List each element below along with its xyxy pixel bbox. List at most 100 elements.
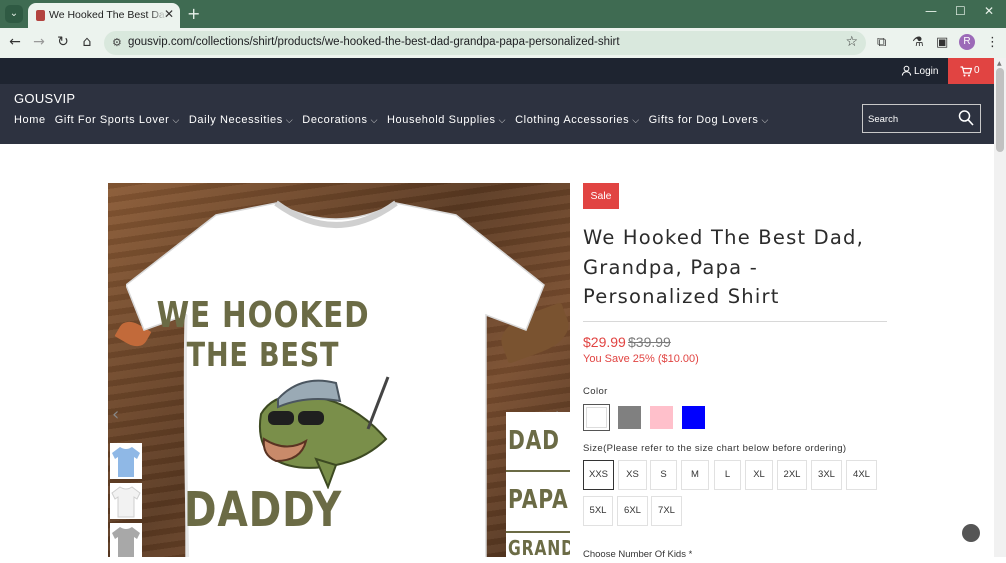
size-option-xl[interactable]: XL (745, 460, 773, 490)
forward-icon[interactable]: → (30, 34, 48, 50)
bookmark-star-icon[interactable]: ☆ (845, 34, 858, 50)
nav-menu: Home Gift For Sports Lover ⌵ Daily Necess… (14, 114, 778, 126)
nav-item-label: Decorations (302, 114, 368, 126)
nav-item-label: Gift For Sports Lover (54, 114, 170, 126)
main-navigation: GOUSVIP Home Gift For Sports Lover ⌵ Dail… (0, 84, 994, 144)
scroll-up-icon[interactable]: ▲ (997, 60, 1002, 67)
utility-bar: Login 0 (0, 58, 994, 84)
divider (506, 531, 570, 533)
nav-item-clothing-accessories[interactable]: Clothing Accessories ⌵ (515, 114, 640, 126)
size-option-s[interactable]: S (650, 460, 677, 490)
login-link[interactable]: Login (901, 65, 938, 77)
tab-strip: ⌄ We Hooked The Best Dad, Grandpa ✕ + — … (0, 0, 1006, 28)
compare-price: $39.99 (628, 334, 671, 350)
nav-item-decorations[interactable]: Decorations ⌵ (302, 114, 378, 126)
sale-badge: Sale (583, 183, 619, 209)
chevron-down-icon: ⌵ (761, 115, 769, 125)
cart-count: 0 (974, 65, 980, 76)
size-option-4xl[interactable]: 4XL (846, 460, 877, 490)
shirt-thumb-icon (111, 486, 141, 518)
search-icon[interactable] (958, 109, 974, 127)
search-box (862, 104, 981, 133)
fish-illustration (258, 376, 390, 489)
site-info-icon[interactable]: ⚙ (112, 36, 122, 49)
profile-avatar[interactable]: R (959, 34, 975, 50)
size-option-m[interactable]: M (681, 460, 709, 490)
close-icon[interactable]: ✕ (984, 4, 994, 18)
login-label: Login (914, 66, 939, 77)
labs-icon[interactable]: ⚗ (912, 35, 924, 50)
nav-item-label: Home (14, 114, 46, 126)
url-text[interactable]: gousvip.com/collections/shirt/products/w… (128, 36, 620, 48)
size-option-xs[interactable]: XS (618, 460, 647, 490)
current-price: $29.99 (583, 334, 626, 350)
extensions-icon[interactable]: ⧉ (877, 35, 886, 50)
size-option-7xl[interactable]: 7XL (651, 496, 682, 526)
thumbnail-image[interactable] (110, 483, 142, 519)
swatch-fill (618, 406, 641, 429)
color-swatch-gray[interactable] (616, 404, 643, 431)
nav-item-gifts-for-dog-lovers[interactable]: Gifts for Dog Lovers ⌵ (649, 114, 769, 126)
nav-item-label: Daily Necessities (188, 114, 283, 126)
nav-item-gift-for-sports-lover[interactable]: Gift For Sports Lover ⌵ (55, 114, 180, 126)
back-icon[interactable]: ← (6, 34, 24, 50)
side-word: PAPA (508, 485, 569, 515)
minimize-icon[interactable]: — (925, 4, 937, 18)
chevron-down-icon: ⌵ (370, 115, 379, 125)
size-option-5xl[interactable]: 5XL (583, 496, 613, 526)
swatch-fill (682, 406, 705, 429)
thumbnail-image[interactable] (110, 523, 142, 559)
next-option-label: Choose Number Of Kids * (583, 549, 693, 557)
browser-toolbar: ← → ↻ ⌂ ⚙ gousvip.com/collections/shirt/… (0, 28, 1006, 58)
thumbnail-image[interactable] (110, 443, 142, 479)
nav-item-home[interactable]: Home (14, 114, 46, 126)
home-icon[interactable]: ⌂ (78, 34, 96, 50)
size-option-3xl[interactable]: 3XL (811, 460, 842, 490)
maximize-icon[interactable]: ☐ (955, 4, 966, 18)
color-swatch-blue[interactable] (680, 404, 707, 431)
side-word: GRANDP (508, 536, 570, 557)
savings-text: You Save 25% ($10.00) (583, 353, 699, 365)
nav-item-daily-necessities[interactable]: Daily Necessities ⌵ (189, 114, 293, 126)
divider (506, 470, 570, 472)
chevron-down-icon: ⌵ (285, 115, 294, 125)
new-tab-button[interactable]: + (187, 4, 200, 23)
gallery-prev-icon[interactable]: ‹ (112, 404, 119, 425)
chevron-down-icon: ⌵ (632, 115, 640, 125)
tab-close-icon[interactable]: ✕ (164, 7, 174, 21)
color-swatch-pink[interactable] (648, 404, 675, 431)
address-bar[interactable]: ⚙ gousvip.com/collections/shirt/products… (104, 31, 866, 55)
color-label: Color (583, 386, 608, 397)
shirt-thumb-icon (112, 447, 140, 477)
slogan-line-3: DADDY (183, 482, 343, 538)
page-scrollbar[interactable]: ▲ (994, 58, 1006, 557)
slogan-line-1: WE HOOKED (156, 295, 370, 336)
store-logo[interactable]: GOUSVIP (14, 91, 75, 106)
secondary-image-preview[interactable]: DAD PAPA GRANDP (506, 412, 570, 557)
reload-icon[interactable]: ↻ (54, 34, 72, 50)
search-input[interactable] (868, 111, 954, 127)
tab-favicon-icon (36, 10, 45, 21)
cart-button[interactable]: 0 (948, 58, 994, 84)
scrollbar-thumb[interactable] (996, 68, 1004, 152)
nav-item-household-supplies[interactable]: Household Supplies ⌵ (387, 114, 506, 126)
user-icon (901, 65, 912, 76)
size-option-6xl[interactable]: 6XL (617, 496, 648, 526)
tab-title: We Hooked The Best Dad, Grandpa (49, 9, 167, 21)
chat-icon[interactable] (962, 524, 980, 542)
size-option-2xl[interactable]: 2XL (777, 460, 807, 490)
nav-item-label: Clothing Accessories (515, 114, 630, 126)
size-option-l[interactable]: L (714, 460, 741, 490)
menu-icon[interactable]: ⋮ (986, 35, 999, 50)
swatch-fill (650, 406, 673, 429)
swatch-fill (586, 407, 607, 428)
tab-active[interactable]: We Hooked The Best Dad, Grandpa ✕ (28, 3, 180, 28)
slogan-line-2: THE BEST (186, 335, 340, 374)
tab-list-icon[interactable]: ⌄ (5, 5, 23, 23)
shirt-thumb-icon (112, 527, 140, 557)
color-swatch-white[interactable] (583, 404, 610, 431)
cart-icon (960, 66, 972, 77)
side-panel-icon[interactable]: ▣ (936, 35, 948, 50)
size-option-xxs[interactable]: XXS (583, 460, 614, 490)
nav-item-label: Gifts for Dog Lovers (648, 114, 759, 126)
